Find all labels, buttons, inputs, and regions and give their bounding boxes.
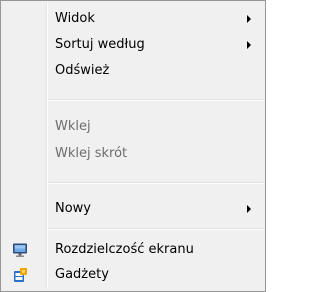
submenu-arrow-icon (247, 15, 251, 23)
monitor-icon (13, 243, 27, 257)
menu-item-gadgets[interactable]: Gadżety (3, 263, 263, 287)
menu-item-label: Wklej (55, 119, 91, 134)
menu-item-paste[interactable]: Wklej (3, 115, 263, 139)
desktop-context-menu: Widok Sortuj według Odśwież Wklej Wklej … (0, 0, 266, 292)
menu-separator (49, 99, 263, 101)
menu-item-view[interactable]: Widok (3, 7, 263, 31)
menu-separator (49, 228, 263, 230)
menu-item-label: Rozdzielczość ekranu (55, 242, 194, 257)
menu-item-label: Nowy (55, 201, 92, 216)
menu-item-sort-by[interactable]: Sortuj według (3, 33, 263, 57)
menu-item-refresh[interactable]: Odśwież (3, 59, 263, 83)
menu-item-label: Odśwież (55, 63, 110, 78)
menu-item-screen-resolution[interactable]: Rozdzielczość ekranu (3, 238, 263, 262)
menu-item-label: Sortuj według (55, 37, 145, 52)
menu-item-new[interactable]: Nowy (3, 197, 263, 221)
submenu-arrow-icon (247, 205, 251, 213)
submenu-arrow-icon (247, 41, 251, 49)
gadgets-icon (14, 268, 27, 282)
menu-item-label: Gadżety (55, 267, 109, 282)
menu-item-paste-shortcut[interactable]: Wklej skrót (3, 142, 263, 166)
menu-item-label: Widok (55, 11, 95, 26)
menu-separator (49, 182, 263, 184)
menu-item-label: Wklej skrót (55, 146, 128, 161)
